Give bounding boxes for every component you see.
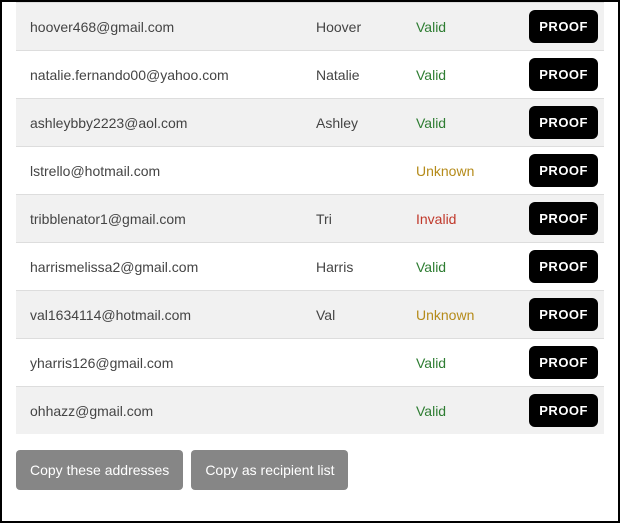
action-cell: PROOF xyxy=(501,394,604,427)
table-row: yharris126@gmail.com Valid PROOF xyxy=(16,338,604,386)
status-cell: Valid xyxy=(416,355,501,371)
proof-button[interactable]: PROOF xyxy=(529,154,598,187)
email-cell: natalie.fernando00@yahoo.com xyxy=(16,67,316,83)
name-cell: Hoover xyxy=(316,19,416,35)
action-cell: PROOF xyxy=(501,106,604,139)
proof-button[interactable]: PROOF xyxy=(529,250,598,283)
proof-button[interactable]: PROOF xyxy=(529,10,598,43)
table-row: hoover468@gmail.comHooverValid PROOF xyxy=(16,2,604,50)
table-row: lstrello@hotmail.com Unknown PROOF xyxy=(16,146,604,194)
proof-button[interactable]: PROOF xyxy=(529,346,598,379)
proof-button[interactable]: PROOF xyxy=(529,58,598,91)
status-cell: Valid xyxy=(416,403,501,419)
status-cell: Unknown xyxy=(416,307,501,323)
footer-actions: Copy these addresses Copy as recipient l… xyxy=(16,450,604,490)
action-cell: PROOF xyxy=(501,58,604,91)
action-cell: PROOF xyxy=(501,250,604,283)
email-cell: ohhazz@gmail.com xyxy=(16,403,316,419)
name-cell: Natalie xyxy=(316,67,416,83)
status-cell: Valid xyxy=(416,115,501,131)
action-cell: PROOF xyxy=(501,346,604,379)
table-row: val1634114@hotmail.comValUnknown PROOF xyxy=(16,290,604,338)
action-cell: PROOF xyxy=(501,298,604,331)
name-cell: Val xyxy=(316,307,416,323)
email-cell: val1634114@hotmail.com xyxy=(16,307,316,323)
email-cell: hoover468@gmail.com xyxy=(16,19,316,35)
status-cell: Valid xyxy=(416,67,501,83)
action-cell: PROOF xyxy=(501,10,604,43)
email-table: hoover468@gmail.comHooverValidPROOFnatal… xyxy=(16,2,604,434)
name-cell: Ashley xyxy=(316,115,416,131)
email-cell: lstrello@hotmail.com xyxy=(16,163,316,179)
table-row: tribblenator1@gmail.comTriInvalid PROOF xyxy=(16,194,604,242)
table-row: ohhazz@gmail.com Valid PROOF xyxy=(16,386,604,434)
proof-button[interactable]: PROOF xyxy=(529,394,598,427)
email-cell: ashleybby2223@aol.com xyxy=(16,115,316,131)
email-cell: harrismelissa2@gmail.com xyxy=(16,259,316,275)
email-cell: tribblenator1@gmail.com xyxy=(16,211,316,227)
status-cell: Valid xyxy=(416,259,501,275)
status-cell: Valid xyxy=(416,19,501,35)
proof-button[interactable]: PROOF xyxy=(529,202,598,235)
status-cell: Unknown xyxy=(416,163,501,179)
copy-recipients-button[interactable]: Copy as recipient list xyxy=(191,450,348,490)
action-cell: PROOF xyxy=(501,202,604,235)
table-row: natalie.fernando00@yahoo.comNatalieValid… xyxy=(16,50,604,98)
name-cell: Harris xyxy=(316,259,416,275)
proof-button[interactable]: PROOF xyxy=(529,106,598,139)
action-cell: PROOF xyxy=(501,154,604,187)
table-row: harrismelissa2@gmail.comHarrisValid PROOF xyxy=(16,242,604,290)
copy-addresses-button[interactable]: Copy these addresses xyxy=(16,450,183,490)
email-cell: yharris126@gmail.com xyxy=(16,355,316,371)
table-row: ashleybby2223@aol.comAshleyValid PROOF xyxy=(16,98,604,146)
name-cell: Tri xyxy=(316,211,416,227)
proof-button[interactable]: PROOF xyxy=(529,298,598,331)
status-cell: Invalid xyxy=(416,211,501,227)
